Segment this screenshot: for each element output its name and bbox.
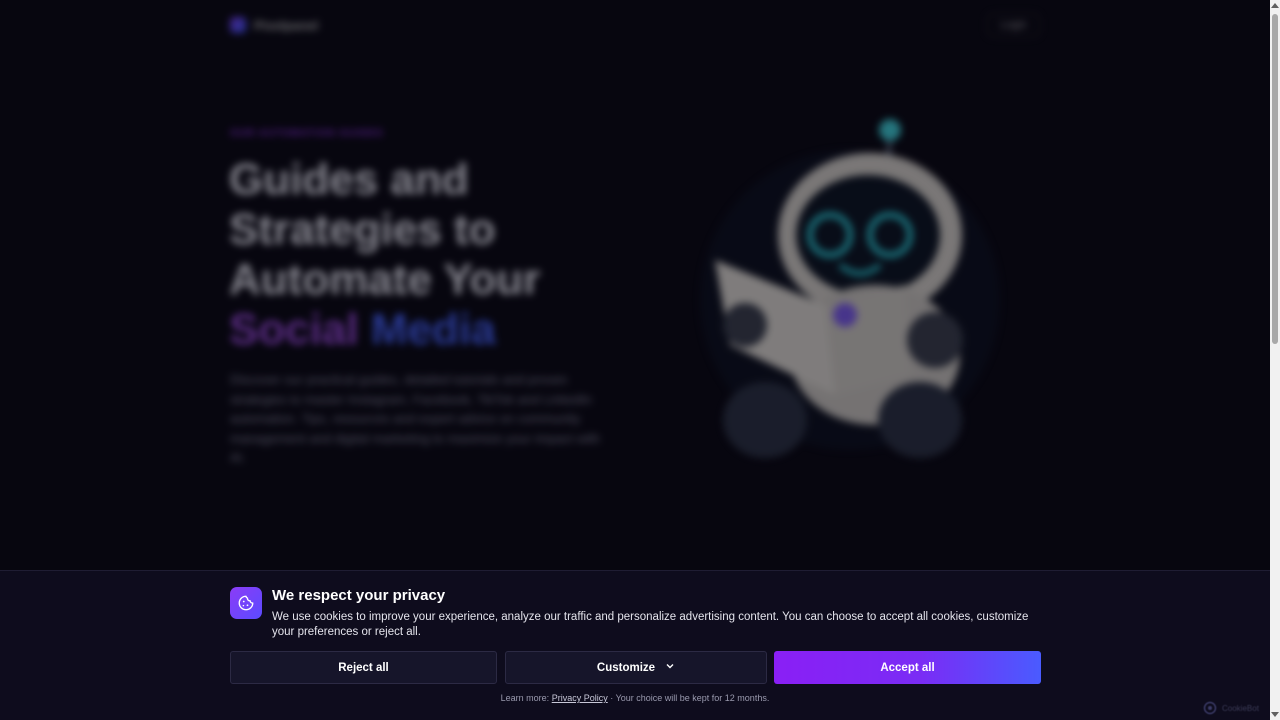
hero-title-line: Guides and [229, 155, 469, 204]
cookie-provider-name: CookieBot [1222, 703, 1259, 713]
hero-eyebrow: Our Automation Guides [230, 128, 384, 139]
scroll-down-icon[interactable] [1271, 712, 1279, 717]
reject-all-button[interactable]: Reject all [230, 651, 497, 684]
hero-title: Guides and Strategies to Automate Your S… [229, 155, 649, 355]
customize-button[interactable]: Customize [505, 651, 767, 684]
customize-label: Customize [596, 661, 656, 674]
cookie-description: We use cookies to improve your experienc… [272, 611, 1029, 638]
privacy-policy-link[interactable]: Privacy Policy [552, 693, 608, 703]
footer-suffix: · Your choice will be kept for 12 months… [610, 693, 770, 703]
logo-text: Pixelpanel [254, 17, 319, 33]
cookie-consent-banner: We respect your privacy We use cookies t… [0, 570, 1270, 720]
scroll-up-icon[interactable] [1271, 3, 1279, 8]
cookie-footer: Learn more: Privacy Policy · Your choice… [0, 693, 1270, 703]
reject-all-label: Reject all [338, 661, 389, 674]
page-scrollbar[interactable] [1270, 0, 1280, 720]
hero-title-line: Strategies to [229, 205, 496, 254]
cookie-icon [230, 587, 262, 619]
cookie-provider-badge[interactable]: CookieBot [1203, 701, 1259, 715]
gear-icon [1203, 701, 1217, 715]
robot-mascot-illustration [700, 119, 1000, 458]
footer-prefix: Learn more: [500, 693, 550, 703]
accept-all-label: Accept all [880, 661, 935, 674]
cookie-title: We respect your privacy [272, 587, 446, 604]
chevron-down-icon [665, 661, 675, 674]
accept-all-button[interactable]: Accept all [774, 651, 1041, 684]
hero-title-highlight: Social [229, 305, 359, 354]
login-button[interactable]: Login [987, 13, 1040, 37]
scroll-thumb[interactable] [1272, 14, 1278, 344]
top-nav: Pixelpanel Login [230, 12, 1040, 38]
site-logo[interactable]: Pixelpanel [230, 17, 318, 33]
hero-title-highlight: Media [370, 305, 496, 354]
hero-title-line: Automate Your [229, 255, 541, 304]
logo-icon [230, 17, 246, 33]
hero-description: Discover our practical guides, detailed … [230, 372, 600, 465]
